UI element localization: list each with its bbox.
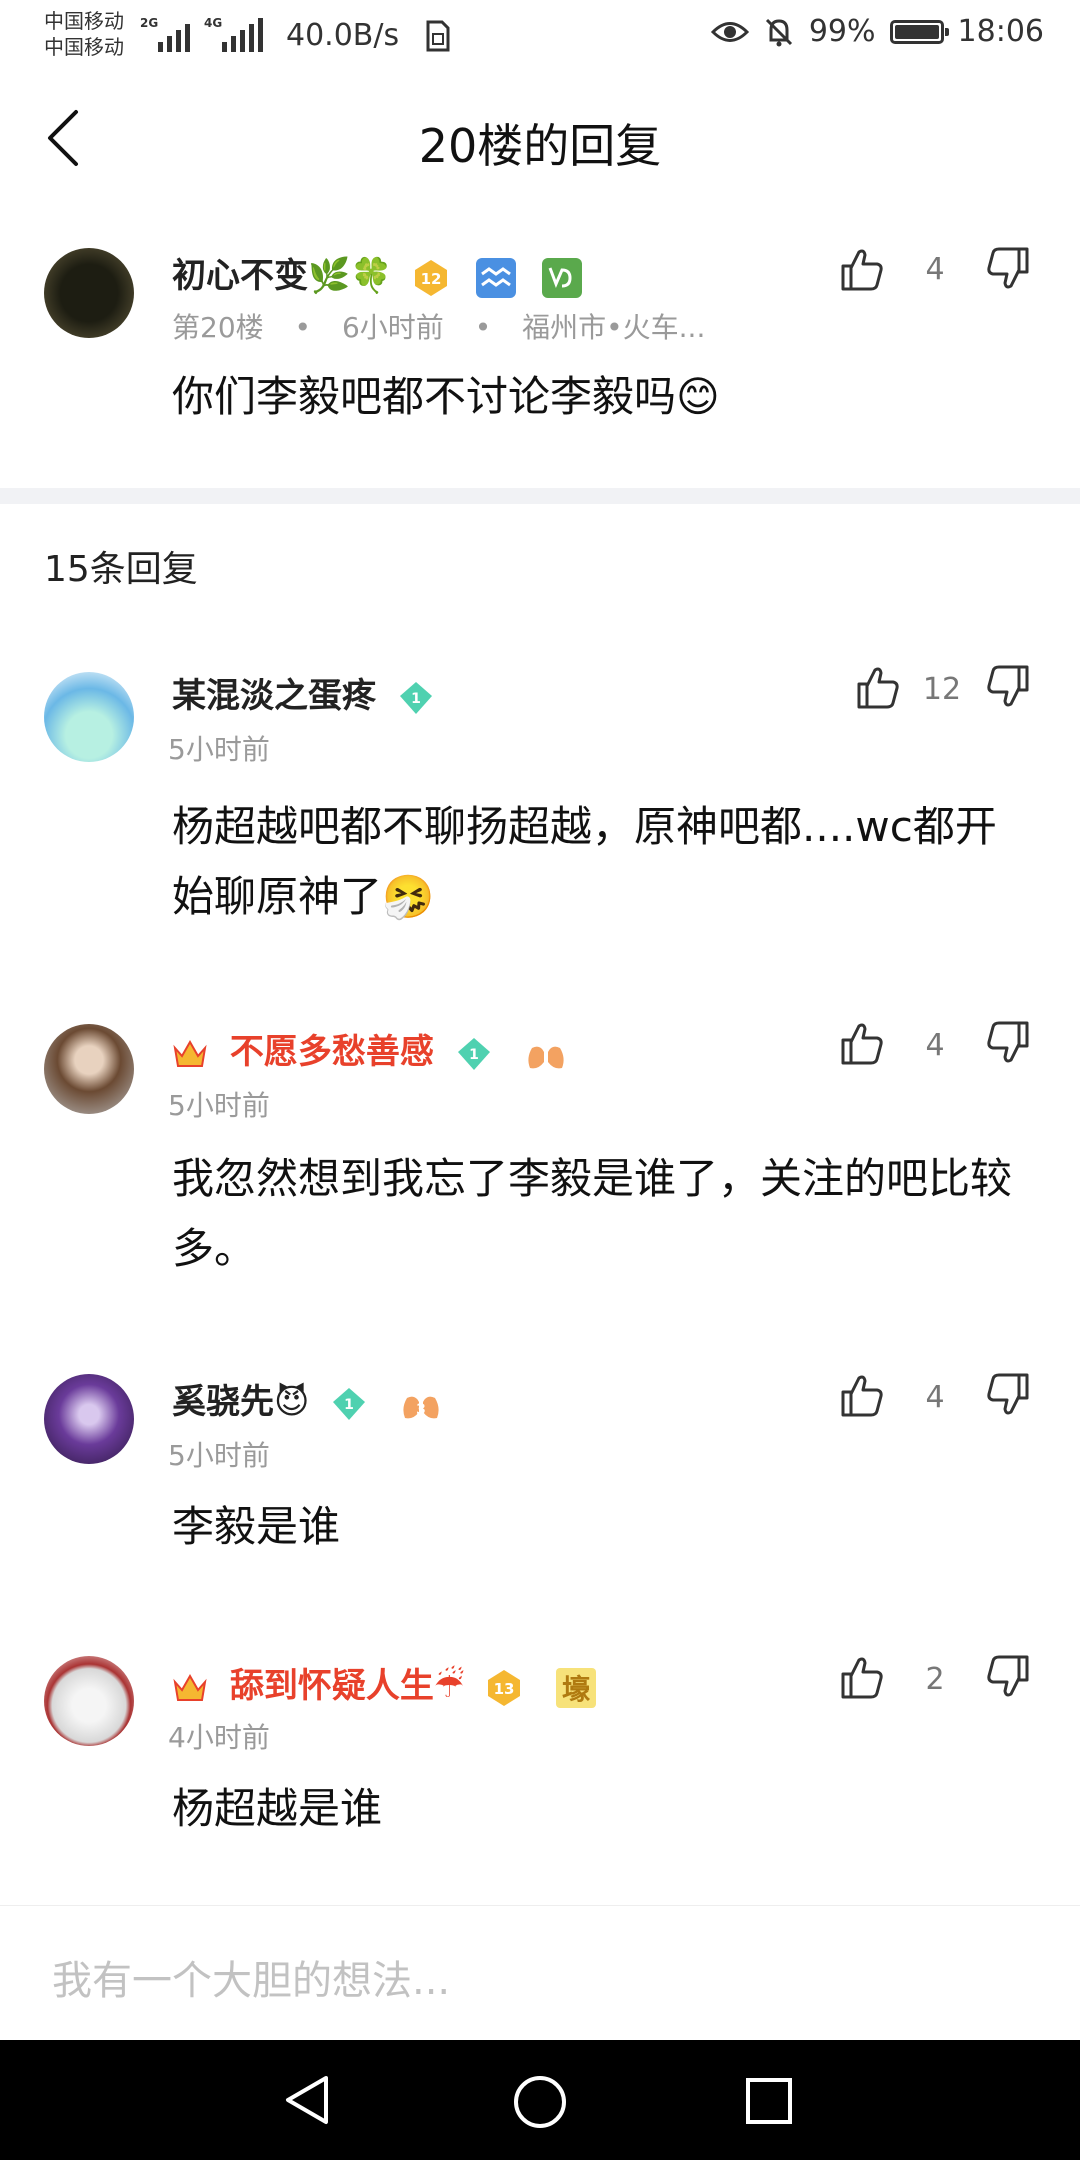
floor-number: 第20楼 [172,311,264,344]
level-badge-icon: 13 [488,1669,521,1706]
signal-icon [158,18,190,52]
status-right: 99% 18:06 [710,14,1044,49]
reply-time: 5小时前 [168,1089,270,1122]
username-row[interactable]: 初心不变🌿🍀 12 [172,248,583,298]
like-thumb-icon[interactable] [840,246,884,292]
network-speed: 40.0B/s [286,18,400,53]
section-divider [0,488,1080,504]
reply-content: 我忽然想到我忘了李毅是谁了，关注的吧比较多。 [172,1154,1013,1273]
username[interactable]: 某混淡之蛋疼 [172,676,376,716]
floor-post: 初心不变🌿🍀 12 第20楼 • 6小时前 • 福州市•火车... 你们李毅吧都… [0,202,1080,488]
username[interactable]: 初心不变🌿🍀 [172,256,393,296]
reply-content: 李毅是谁 [172,1502,341,1551]
username-row[interactable]: 奚骁先😈 1 3 [172,1374,443,1424]
lungs-icon [527,1039,564,1068]
like-thumb-icon[interactable] [840,1020,884,1066]
like-count: 4 [925,252,945,287]
battery-percent: 99% [808,14,876,49]
page-title: 20楼的回复 [418,119,662,173]
svg-text:3: 3 [416,1402,426,1418]
avatar[interactable] [44,1024,134,1114]
vip-crown-icon [173,1673,207,1701]
avatar[interactable] [44,248,134,338]
dislike-thumb-icon[interactable] [986,1020,1030,1066]
dislike-thumb-icon[interactable] [986,1372,1030,1418]
carrier-2: 中国移动 [44,35,124,59]
signal-icon [222,18,263,52]
username-row[interactable]: 不愿多愁善感 1 [172,1024,568,1074]
battery-icon [889,19,949,44]
svg-text:12: 12 [420,270,441,288]
reply-time: 5小时前 [168,1439,270,1472]
nav-recents-icon[interactable] [744,2076,794,2126]
like-thumb-icon[interactable] [840,1372,884,1418]
nav-home-icon[interactable] [512,2074,568,2130]
system-nav-bar [0,2040,1080,2160]
dislike-thumb-icon[interactable] [986,1654,1030,1700]
reply-input[interactable]: 我有一个大胆的想法... [52,1948,450,2006]
reply-input-bar[interactable]: 我有一个大胆的想法... [0,1905,1080,2041]
post-time: 6小时前 [341,311,444,344]
like-count: 12 [922,672,962,707]
aquarius-icon [476,257,517,298]
like-count: 2 [925,1662,945,1697]
clock: 18:06 [957,14,1044,49]
like-thumb-icon[interactable] [856,664,900,710]
post-content: 你们李毅吧都不讨论李毅吗😊 [172,372,720,421]
username[interactable]: 舔到怀疑人生 [230,1666,434,1706]
sim-card-icon [426,20,450,52]
reply-time: 4小时前 [168,1721,270,1754]
status-bar: 中国移动 中国移动 2G 4G 40.0B/s 99% 18:06 [0,0,1080,72]
reply-count: 15条回复 [44,549,198,590]
avatar[interactable] [44,1374,134,1464]
username[interactable]: 不愿多愁善感 [230,1032,434,1072]
level-badge-icon: 1 [399,681,432,714]
carrier-1: 中国移动 [44,9,124,33]
sneeze-emoji-icon: 🤧 [382,872,435,921]
level-badge-icon: 1 [457,1037,490,1070]
like-count: 4 [925,1028,945,1063]
avatar[interactable] [44,672,134,762]
svg-text:1: 1 [469,1047,479,1063]
post-location: 福州市•火车... [522,311,706,344]
username-row[interactable]: 某混淡之蛋疼 1 [172,668,436,718]
level-badge-icon: 1 [333,1387,366,1420]
dislike-thumb-icon[interactable] [986,246,1030,292]
dislike-thumb-icon[interactable] [986,664,1030,710]
umbrella-emoji-icon: ☔ [433,1666,465,1706]
svg-text:13: 13 [494,1680,515,1698]
like-thumb-icon[interactable] [840,1654,884,1700]
capricorn-icon [542,257,583,298]
mute-bell-icon [765,18,792,46]
username[interactable]: 奚骁先 [172,1382,274,1422]
carrier-labels: 中国移动 中国移动 [44,8,124,60]
page-header: 20楼的回复 [0,72,1080,202]
level-badge-icon: 12 [414,259,447,296]
reply-content: 杨超越吧都不聊扬超越，原神吧都....wc都开始聊原神了🤧 [172,802,997,921]
svg-text:1: 1 [344,1397,354,1413]
avatar[interactable] [44,1656,134,1746]
network-type-2: 4G [204,16,223,30]
network-type-1: 2G [140,16,159,30]
svg-text:1: 1 [411,691,421,707]
vip-crown-icon [173,1039,207,1067]
username-row[interactable]: 舔到怀疑人生☔ 13 壕 [172,1658,597,1708]
reply-time: 5小时前 [168,733,270,766]
smile-emoji-icon: 😊 [676,372,720,421]
reply-content: 杨超越是谁 [172,1784,383,1833]
lungs-badge-icon: 3 [403,1389,439,1418]
post-meta: 第20楼 • 6小时前 • 福州市•火车... [172,311,706,344]
devil-emoji-icon: 😈 [274,1382,310,1422]
rich-tag-badge: 壕 [556,1667,597,1708]
like-count: 4 [925,1380,945,1415]
eye-icon [710,21,749,42]
nav-back-icon[interactable] [282,2074,332,2126]
